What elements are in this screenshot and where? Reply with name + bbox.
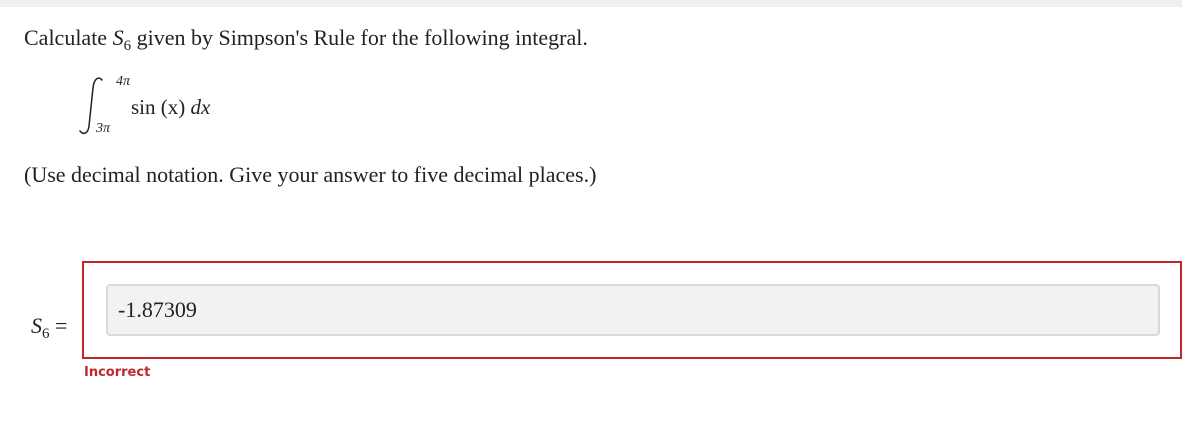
simpson-symbol: S6 <box>112 25 132 54</box>
function-name: sin <box>131 95 156 119</box>
answer-input[interactable] <box>106 284 1160 336</box>
instruction-text: (Use decimal notation. Give your answer … <box>24 162 597 187</box>
question-prompt: Calculate S6 given by Simpson's Rule for… <box>24 24 588 55</box>
question-prefix: Calculate <box>24 25 113 50</box>
simpson-symbol-letter: S <box>112 25 124 50</box>
equals-sign: = <box>55 313 68 338</box>
question-suffix: given by Simpson's Rule for the followin… <box>131 25 588 50</box>
answer-label: S6 = <box>31 312 67 343</box>
integrand: sin (x) dx <box>131 94 210 120</box>
upper-limit: 4π <box>116 74 131 89</box>
simpson-subscript: 6 <box>123 38 132 54</box>
integral-expression: 4π 3π sin (x) dx <box>78 74 278 142</box>
top-divider <box>0 0 1182 7</box>
answer-subscript: 6 <box>42 326 50 342</box>
lower-limit: 3π <box>96 121 111 136</box>
answer-symbol: S6 <box>31 313 50 342</box>
function-argument: (x) <box>160 95 186 119</box>
answer-error-frame <box>82 261 1182 359</box>
answer-symbol-letter: S <box>31 313 42 338</box>
differential: dx <box>190 95 211 119</box>
incorrect-status: Incorrect <box>84 365 151 380</box>
